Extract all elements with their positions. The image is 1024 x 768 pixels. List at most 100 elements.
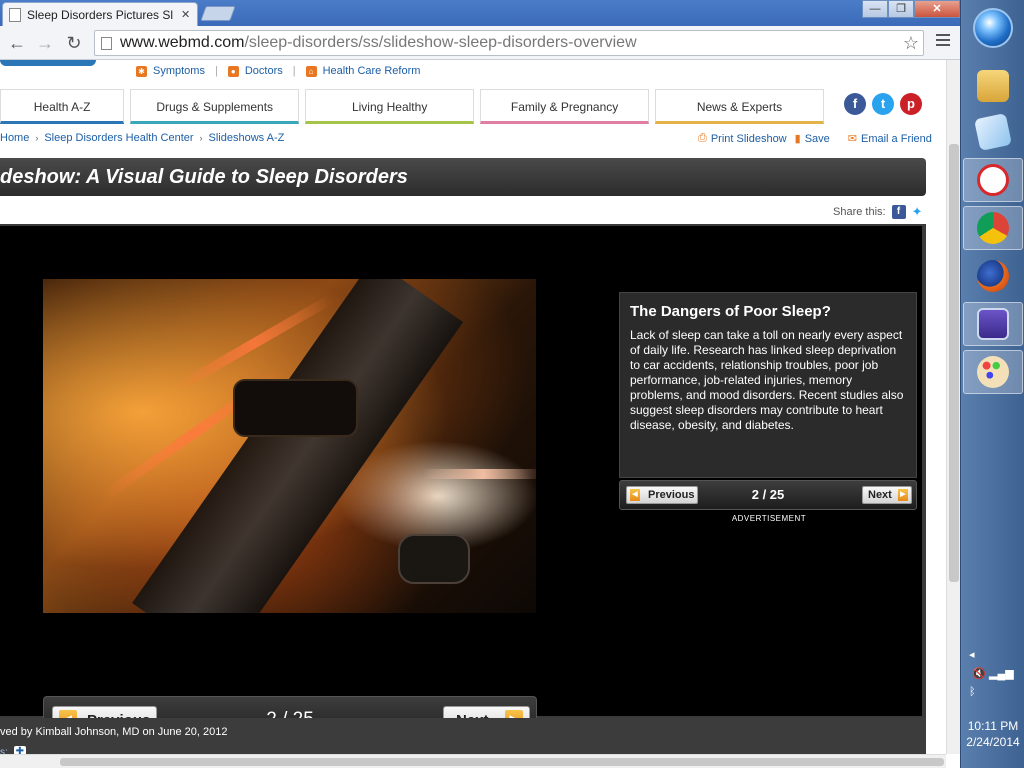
taskbar-airtel[interactable] xyxy=(963,158,1023,202)
twitter-share-icon[interactable]: ✦ xyxy=(912,204,923,220)
tab-drugs-supplements[interactable]: Drugs & Supplements xyxy=(130,89,300,124)
taskbar-explorer[interactable] xyxy=(963,64,1023,108)
browser-tab-bar: Sleep Disorders Pictures Sl ✕ — ❐ ✕ xyxy=(0,0,960,26)
tab-health-a-z[interactable]: Health A-Z xyxy=(0,89,125,124)
system-clock[interactable]: 10:11 PM 2/24/2014 xyxy=(961,718,1024,750)
rearview-mirror xyxy=(233,379,358,437)
vertical-scrollbar[interactable] xyxy=(946,60,960,754)
email-label: Email a Friend xyxy=(861,132,932,145)
clock-time: 10:11 PM xyxy=(967,719,1019,733)
vertical-scroll-thumb[interactable] xyxy=(949,144,959,582)
volume-network-icons[interactable]: 🔇 ▂▄▆ xyxy=(961,667,1024,680)
breadcrumb-slideshows[interactable]: Slideshows A-Z xyxy=(209,132,285,144)
reviewed-by-text: ved by Kimball Johnson, MD on June 20, 2… xyxy=(0,726,228,738)
new-tab-button[interactable] xyxy=(200,6,236,21)
breadcrumb-home[interactable]: Home xyxy=(0,132,29,144)
system-tray: ◂ 🔇 ▂▄▆ ᛒ xyxy=(961,648,1024,704)
taskbar-firefox[interactable] xyxy=(963,254,1023,298)
bluetooth-icon[interactable]: ᛒ xyxy=(961,686,1024,698)
chevron-right-icon: › xyxy=(35,133,39,143)
windows-taskbar: ◂ 🔇 ▂▄▆ ᛒ 10:11 PM 2/24/2014 xyxy=(960,0,1024,768)
sources-label: s: xyxy=(0,746,8,755)
breadcrumb: Home › Sleep Disorders Health Center › S… xyxy=(0,132,284,144)
tab-news-experts[interactable]: News & Experts xyxy=(655,89,824,124)
symptoms-link[interactable]: ✱ Symptoms xyxy=(136,65,205,77)
breadcrumb-sleep-disorders[interactable]: Sleep Disorders Health Center xyxy=(44,132,193,144)
taskbar-notepad[interactable] xyxy=(963,110,1023,154)
printer-icon: ⎙ xyxy=(698,132,707,144)
twitter-icon[interactable]: t xyxy=(872,93,894,115)
address-bar[interactable]: www.webmd.com/sleep-disorders/ss/slidesh… xyxy=(94,30,924,56)
divider: | xyxy=(292,65,296,77)
tab-family-pregnancy[interactable]: Family & Pregnancy xyxy=(480,89,650,124)
light-streak xyxy=(423,469,536,479)
airtel-icon xyxy=(977,164,1009,196)
slide-text: Lack of sleep can take a toll on nearly … xyxy=(630,328,904,432)
chrome-menu-icon[interactable] xyxy=(936,34,950,49)
forward-arrow-icon[interactable]: → xyxy=(34,32,56,54)
envelope-icon: ✉ xyxy=(847,133,857,145)
horizontal-scroll-thumb[interactable] xyxy=(60,758,944,766)
slide-caption-box: The Dangers of Poor Sleep? Lack of sleep… xyxy=(619,292,917,478)
print-slideshow-link[interactable]: ⎙ Print Slideshow xyxy=(698,132,787,145)
side-mirror xyxy=(398,534,470,584)
advertisement-label: ADVERTISEMENT xyxy=(731,514,807,523)
reload-icon[interactable]: ↻ xyxy=(63,32,85,54)
firefox-icon xyxy=(977,260,1009,292)
tab-living-healthy[interactable]: Living Healthy xyxy=(305,89,475,124)
slideshow-viewer: ◀ Previous 2 / 25 Next ▶ The Dangers of … xyxy=(0,224,926,744)
slide-title: The Dangers of Poor Sleep? xyxy=(630,303,831,320)
back-arrow-icon[interactable]: ← xyxy=(6,32,28,54)
clock-date: 2/24/2014 xyxy=(966,735,1020,749)
page-title: deshow: A Visual Guide to Sleep Disorder… xyxy=(0,166,408,188)
url-text: www.webmd.com/sleep-disorders/ss/slidesh… xyxy=(120,34,637,52)
bookmark-star-icon[interactable]: ☆ xyxy=(903,33,919,54)
webmd-logo[interactable] xyxy=(0,60,96,66)
doctor-icon: ● xyxy=(227,65,239,77)
browser-tab-active[interactable]: Sleep Disorders Pictures Sl ✕ xyxy=(2,2,198,26)
sources-row: s: ✚ xyxy=(0,746,26,754)
expand-plus-icon[interactable]: ✚ xyxy=(13,746,26,754)
notepad-icon xyxy=(974,113,1012,151)
share-label: Share this: xyxy=(833,206,886,218)
arrow-right-icon: ▶ xyxy=(897,489,908,501)
health-care-reform-link[interactable]: ⌂ Health Care Reform xyxy=(305,65,421,77)
chevron-right-icon: › xyxy=(199,133,203,143)
start-button-icon[interactable] xyxy=(973,8,1013,48)
tab-title: Sleep Disorders Pictures Sl xyxy=(27,7,174,22)
chrome-icon xyxy=(977,212,1009,244)
facebook-icon[interactable]: f xyxy=(844,93,866,115)
close-window-button[interactable]: ✕ xyxy=(914,0,960,18)
save-label: Save xyxy=(804,132,830,145)
reform-icon: ⌂ xyxy=(305,65,317,77)
tab-close-icon[interactable]: ✕ xyxy=(181,8,190,21)
maximize-button[interactable]: ❐ xyxy=(888,0,914,18)
health-care-reform-label: Health Care Reform xyxy=(322,65,421,77)
next-button-small[interactable]: Next ▶ xyxy=(862,486,912,504)
url-domain: www.webmd.com xyxy=(120,34,245,51)
window-controls: — ❐ ✕ xyxy=(862,0,960,18)
minimize-button[interactable]: — xyxy=(862,0,888,18)
top-links: ✱ Symptoms | ● Doctors | ⌂ Health Care Refo… xyxy=(136,65,420,77)
taskbar-remote-desktop[interactable] xyxy=(963,302,1023,346)
person-icon: ✱ xyxy=(136,65,147,77)
facebook-share-icon[interactable]: f xyxy=(891,205,906,219)
taskbar-chrome[interactable] xyxy=(963,206,1023,250)
slideshow-title-bar: deshow: A Visual Guide to Sleep Disorder… xyxy=(0,158,926,196)
pinterest-icon[interactable]: p xyxy=(900,93,922,115)
horizontal-scrollbar[interactable] xyxy=(0,754,946,768)
browser-toolbar: ← → ↻ www.webmd.com/sleep-disorders/ss/s… xyxy=(0,26,960,60)
folder-icon xyxy=(977,70,1009,102)
slide-image xyxy=(43,279,536,613)
save-link[interactable]: ▮ Save xyxy=(794,132,830,146)
bookmark-icon: ▮ xyxy=(794,133,801,145)
slide-footer: ved by Kimball Johnson, MD on June 20, 2… xyxy=(0,718,926,754)
next-label: Next xyxy=(868,489,892,501)
email-friend-link[interactable]: ✉ Email a Friend xyxy=(847,132,932,146)
doctors-link[interactable]: ● Doctors xyxy=(227,65,283,77)
doctors-label: Doctors xyxy=(244,65,283,77)
show-hidden-icons-arrow[interactable]: ◂ xyxy=(961,648,1024,661)
slide-nav-caption: ◀ Previous 2 / 25 Next ▶ xyxy=(619,480,917,510)
web-page: ✱ Symptoms | ● Doctors | ⌂ Health Care Refo… xyxy=(0,60,946,754)
taskbar-paint[interactable] xyxy=(963,350,1023,394)
